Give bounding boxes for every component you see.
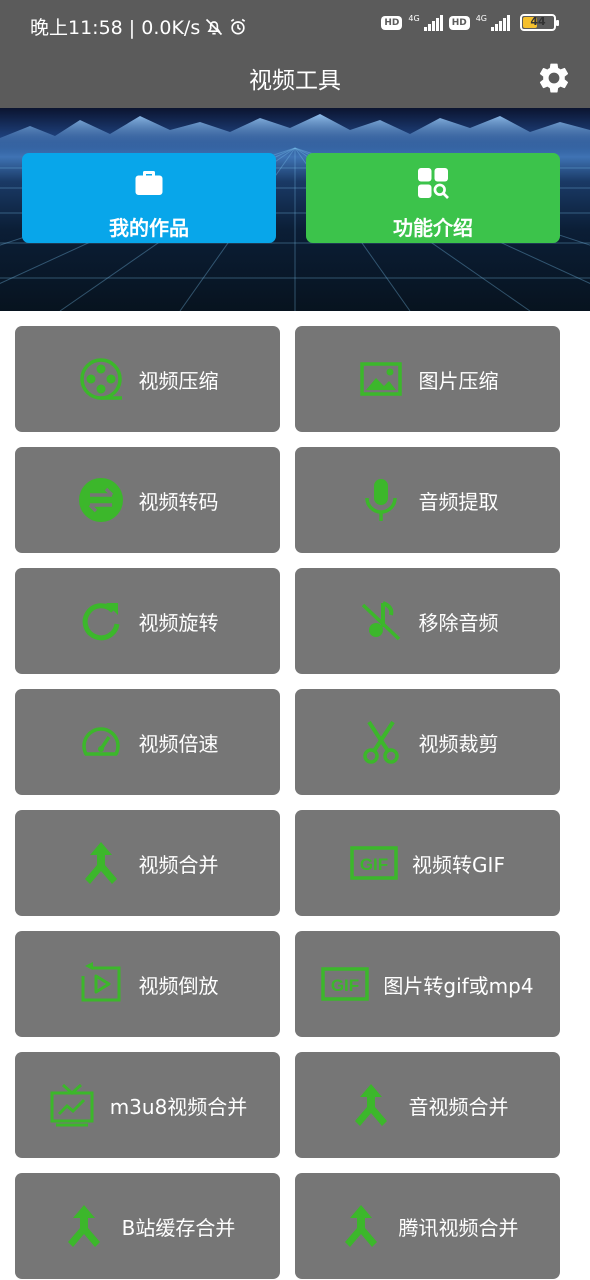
tool-label: 视频转GIF: [412, 852, 505, 877]
rotate-icon: [82, 603, 119, 641]
banner: 我的作品 功能介绍: [0, 108, 590, 311]
tool-bilibili-cache-merge[interactable]: B站缓存合并: [15, 1173, 280, 1279]
signal-icon: [491, 14, 510, 31]
hd-badge: HD: [381, 15, 403, 30]
film-reel-icon: [79, 358, 122, 400]
microphone-icon: [364, 479, 397, 521]
tool-label: 视频倍速: [138, 731, 219, 756]
image-icon: [359, 362, 402, 396]
tool-label: 图片压缩: [418, 368, 499, 393]
merge-icon: [67, 1205, 100, 1247]
tool-audio-video-merge[interactable]: 音视频合并: [295, 1052, 560, 1158]
tool-label: 视频倒放: [138, 973, 219, 998]
svg-text:GIF: GIF: [331, 976, 359, 995]
swap-arrows-icon: [78, 478, 123, 522]
status-time: 晚上11:58 | 0.0K/s: [30, 17, 201, 39]
tool-tencent-video-merge[interactable]: 腾讯视频合并: [295, 1173, 560, 1279]
tool-label: m3u8视频合并: [109, 1094, 248, 1119]
svg-text:GIF: GIF: [360, 855, 388, 874]
tool-label: 视频转码: [138, 489, 219, 514]
tv-icon: [50, 1083, 94, 1127]
gif-icon: GIF: [350, 846, 398, 880]
tool-m3u8-merge[interactable]: m3u8视频合并: [15, 1052, 280, 1158]
status-right: HD 4G HD 4G 44: [381, 14, 559, 31]
feature-intro-button[interactable]: 功能介绍: [306, 153, 560, 243]
tool-label: 视频旋转: [138, 610, 219, 635]
tool-video-trim[interactable]: 视频裁剪: [295, 689, 560, 795]
tool-video-speed[interactable]: 视频倍速: [15, 689, 280, 795]
tool-label: 视频合并: [138, 852, 219, 877]
speedometer-icon: [81, 727, 120, 756]
alarm-icon: [231, 18, 246, 34]
signal-icon: [423, 14, 443, 31]
tool-label: 腾讯视频合并: [398, 1215, 519, 1240]
network-type: 4G: [475, 14, 487, 23]
tool-label: 移除音频: [418, 610, 499, 635]
merge-icon: [84, 842, 117, 884]
tool-video-rotate[interactable]: 视频旋转: [15, 568, 280, 674]
network-type: 4G: [408, 14, 420, 23]
briefcase-icon: [135, 171, 163, 195]
tool-audio-extract[interactable]: 音频提取: [295, 447, 560, 553]
app-bar: 视频工具: [0, 52, 590, 108]
gear-icon[interactable]: [536, 60, 572, 96]
battery-level: 44: [530, 15, 546, 28]
tool-label: B站缓存合并: [121, 1215, 236, 1240]
page-title: 视频工具: [249, 68, 341, 94]
tool-label: 图片转gif或mp4: [383, 973, 534, 998]
scissors-icon: [362, 720, 399, 764]
tool-video-compress[interactable]: 视频压缩: [15, 326, 280, 432]
tool-video-reverse[interactable]: 视频倒放: [15, 931, 280, 1037]
merge-icon: [354, 1084, 387, 1126]
tool-grid: 视频压缩 图片压缩 视频转码 音频提取 视频旋转 移除音频 视频倍速 视频裁剪 …: [0, 311, 590, 1280]
my-works-label: 我的作品: [109, 216, 189, 240]
grid-search-icon: [418, 168, 449, 199]
merge-icon: [344, 1205, 377, 1247]
tool-label: 视频压缩: [138, 368, 219, 393]
tool-remove-audio[interactable]: 移除音频: [295, 568, 560, 674]
battery-icon: 44: [520, 14, 559, 31]
tool-video-to-gif[interactable]: GIF 视频转GIF: [295, 810, 560, 916]
music-off-icon: [361, 601, 400, 641]
reverse-play-icon: [81, 962, 120, 1002]
status-left: 晚上11:58 | 0.0K/s: [30, 13, 248, 40]
tool-image-compress[interactable]: 图片压缩: [295, 326, 560, 432]
tool-label: 音视频合并: [408, 1094, 509, 1119]
feature-intro-label: 功能介绍: [393, 216, 473, 240]
status-bar: 晚上11:58 | 0.0K/s HD 4G HD 4G 44: [0, 0, 590, 52]
gif-icon: GIF: [321, 967, 370, 1001]
tool-video-transcode[interactable]: 视频转码: [15, 447, 280, 553]
hd-badge: HD: [448, 15, 470, 30]
tool-label: 音频提取: [418, 489, 499, 514]
bell-off-icon: [206, 18, 223, 35]
my-works-button[interactable]: 我的作品: [22, 153, 276, 243]
tool-video-merge[interactable]: 视频合并: [15, 810, 280, 916]
tool-label: 视频裁剪: [418, 731, 499, 756]
tool-image-to-gif-mp4[interactable]: GIF 图片转gif或mp4: [295, 931, 560, 1037]
